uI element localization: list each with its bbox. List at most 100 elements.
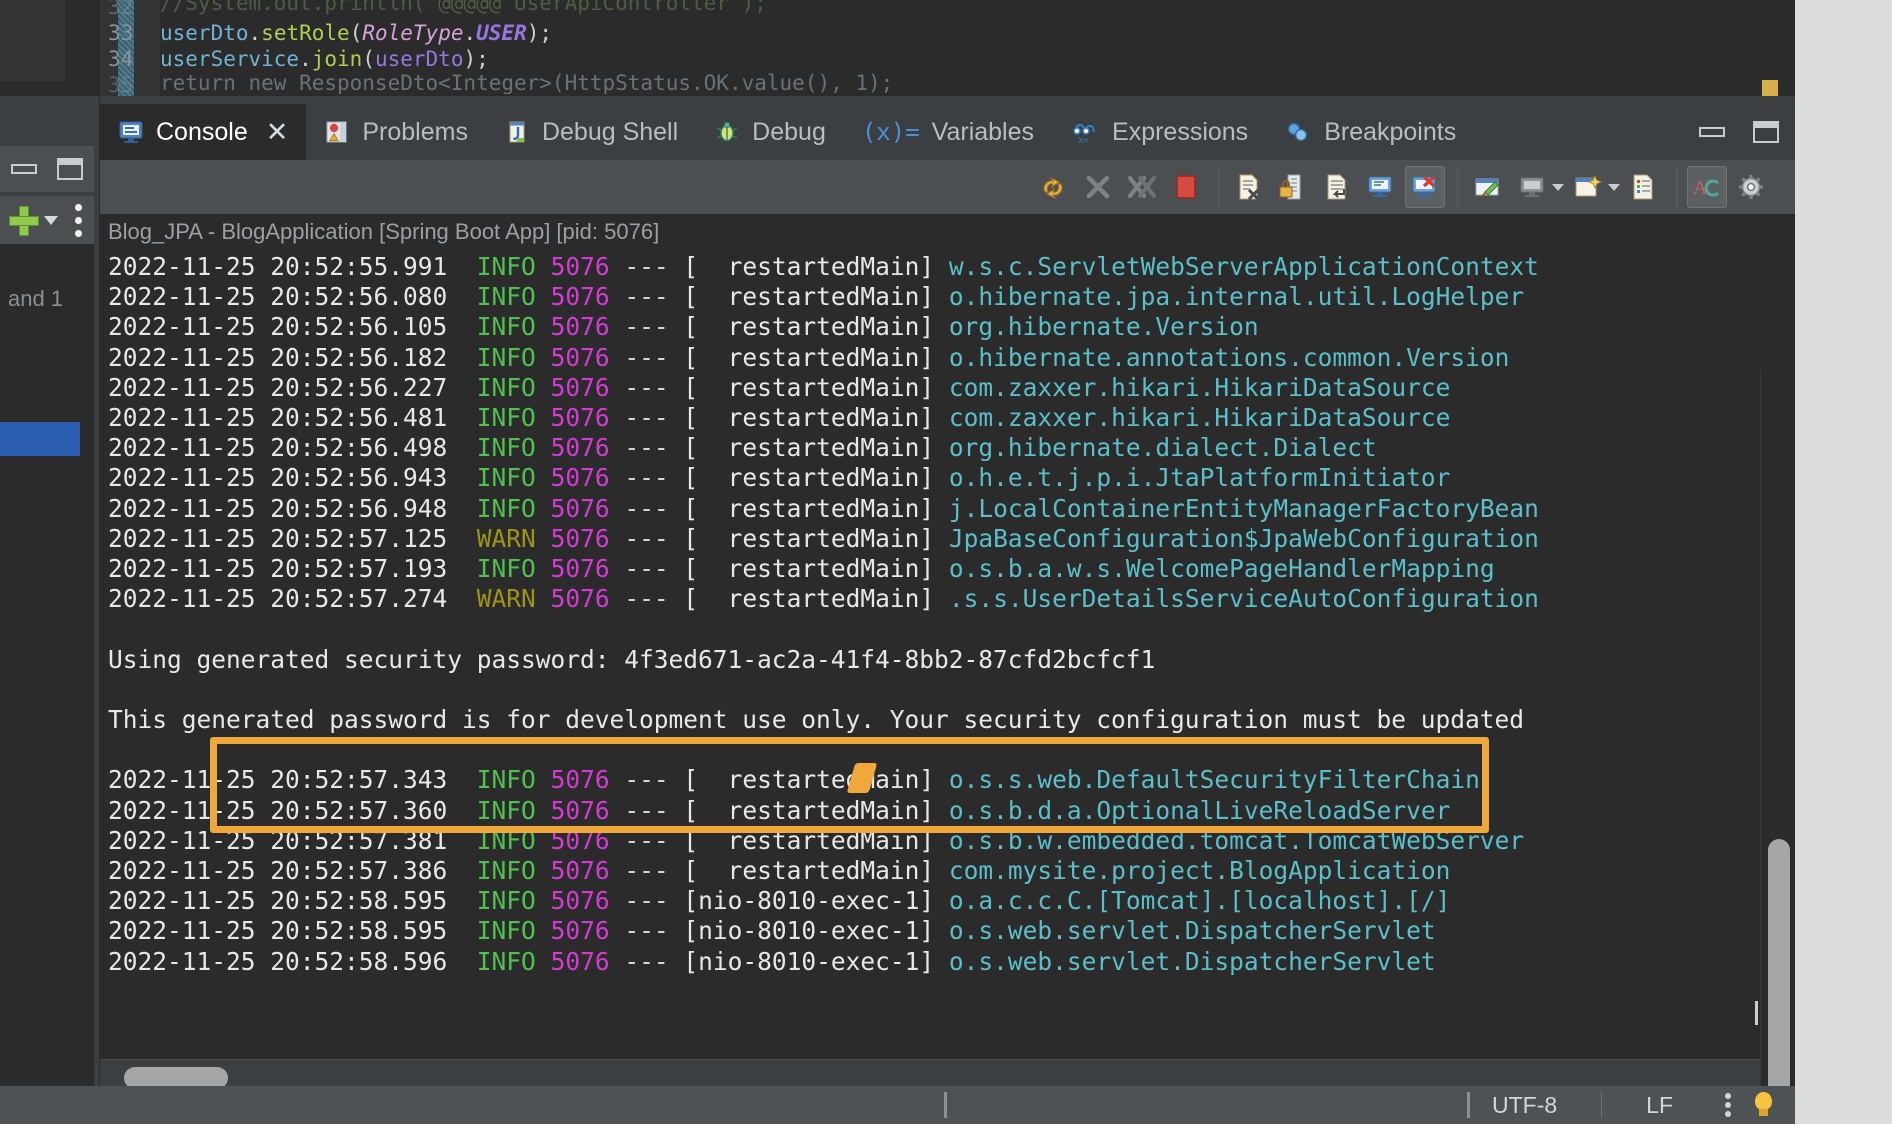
minimize-icon[interactable] <box>11 164 37 174</box>
code-line-35-clipped: return new ResponseDto<Integer>(HttpStat… <box>160 70 1560 94</box>
tab-debug-label: Debug <box>752 117 826 146</box>
tip-bulb-icon[interactable] <box>1753 1092 1773 1118</box>
clear-console-icon <box>1412 175 1436 197</box>
left-panel-titlebar <box>0 146 94 192</box>
code-line-32-text: //System.out.println("@@@@@ UserApiContr… <box>160 0 767 15</box>
toolbar-group-extra: A <box>1676 166 1781 208</box>
log-line: 2022-11-25 20:52:57.125 WARN 5076 --- [ … <box>108 523 1539 553</box>
log-line: 2022-11-25 20:52:56.080 INFO 5076 --- [ … <box>108 282 1525 312</box>
ide-window: //System.out.println("@@@@@ UserApiContr… <box>0 0 1795 1124</box>
scrollbar-marker <box>1755 1001 1758 1025</box>
view-menu-icon[interactable] <box>74 202 83 238</box>
pin-console-button[interactable] <box>1468 166 1508 208</box>
breakpoints-icon <box>1288 122 1308 142</box>
code-line-34[interactable]: userService.join(userDto); <box>160 46 489 72</box>
log-line: 2022-11-25 20:52:56.182 INFO 5076 --- [ … <box>108 342 1510 372</box>
tab-variables[interactable]: (x)= Variables <box>844 104 1052 160</box>
terminate-all-button[interactable] <box>1122 166 1162 208</box>
variables-icon: (x)= <box>861 118 920 146</box>
left-side-panel: and 1 <box>0 96 100 1124</box>
tab-console[interactable]: Console ✕ <box>100 104 307 160</box>
status-separator-1 <box>943 1092 947 1118</box>
tab-console-label: Console <box>156 117 248 146</box>
view-menu-button[interactable] <box>1731 166 1771 208</box>
console-icon <box>119 121 143 143</box>
view-tab-bar: Console ✕ Problems Debug Shell Debug (x)… <box>100 104 1795 160</box>
process-header: Blog_JPA - BlogApplication [Spring Boot … <box>100 214 1795 250</box>
log-blank-line <box>108 675 1795 705</box>
log-line: 2022-11-25 20:52:55.991 INFO 5076 --- [ … <box>108 252 1539 281</box>
vertical-scrollbar-thumb[interactable] <box>1768 839 1790 1104</box>
word-wrap-button[interactable] <box>1317 166 1357 208</box>
scroll-lock-icon <box>1368 176 1392 197</box>
chevron-down-icon[interactable] <box>44 215 58 225</box>
log-line: 2022-11-25 20:52:58.595 INFO 5076 --- [n… <box>108 916 1436 946</box>
screen-root: //System.out.println("@@@@@ UserApiContr… <box>0 0 1892 1124</box>
line-number-33: 33 <box>108 21 134 45</box>
encoding-label[interactable]: UTF-8 <box>1492 1092 1557 1119</box>
bug-icon <box>716 121 738 142</box>
tab-variables-label: Variables <box>931 117 1035 146</box>
remove-all-terminated-button[interactable] <box>1273 166 1313 208</box>
view-minimize-icon[interactable] <box>1699 127 1725 137</box>
log-blank-line <box>108 614 1795 644</box>
console-output-area[interactable]: Blog_JPA - BlogApplication [Spring Boot … <box>100 214 1795 1104</box>
tab-expressions-label: Expressions <box>1112 117 1249 146</box>
status-bar: UTF-8 LF <box>0 1086 1795 1124</box>
tab-breakpoints[interactable]: Breakpoints <box>1266 104 1474 160</box>
tab-problems-label: Problems <box>362 117 468 146</box>
code-line-33[interactable]: userDto.setRole(RoleType.USER); <box>160 20 552 46</box>
close-icon[interactable]: ✕ <box>266 119 289 146</box>
view-maximize-icon[interactable] <box>1753 121 1779 143</box>
remove-launch-button[interactable] <box>1229 166 1269 208</box>
tab-debug-shell-label: Debug Shell <box>541 117 679 146</box>
relaunch-button[interactable] <box>1034 166 1074 208</box>
pin-icon <box>1475 178 1499 198</box>
code-editor[interactable]: //System.out.println("@@@@@ UserApiContr… <box>0 0 1795 97</box>
toolbar-group-console <box>1218 166 1455 208</box>
maximize-icon[interactable] <box>57 158 83 180</box>
tab-problems[interactable]: Problems <box>306 104 486 160</box>
line-delimiter-label[interactable]: LF <box>1646 1092 1673 1119</box>
stop-icon <box>1176 175 1196 199</box>
close-double-x-icon <box>1127 175 1157 199</box>
line-number-35: 35 <box>108 73 134 97</box>
tab-expressions[interactable]: x= Expressions <box>1052 104 1266 160</box>
log-line: 2022-11-25 20:52:57.386 INFO 5076 --- [ … <box>108 856 1451 886</box>
editor-left-gap-inner <box>0 0 66 82</box>
log-plain-line: Using generated security password: 4f3ed… <box>108 644 1156 674</box>
left-panel-selected-row[interactable] <box>0 422 80 456</box>
terminate-button[interactable] <box>1078 166 1118 208</box>
chevron-down-icon[interactable] <box>1552 183 1564 191</box>
add-icon[interactable] <box>8 205 39 236</box>
document-remove-icon <box>1239 174 1260 201</box>
preferences-icon <box>1633 174 1653 200</box>
code-line-32-clipped: //System.out.println("@@@@@ UserApiContr… <box>160 0 1560 18</box>
chevron-down-icon-2[interactable] <box>1608 183 1620 191</box>
display-selected-console-button[interactable] <box>1512 166 1552 208</box>
clear-console-button[interactable] <box>1405 166 1445 208</box>
toolbar-group-launch <box>1024 166 1216 208</box>
log-line: 2022-11-25 20:52:56.943 INFO 5076 --- [ … <box>108 463 1451 493</box>
tab-debug[interactable]: Debug <box>696 104 844 160</box>
ansi-colors-button[interactable]: A <box>1687 166 1727 208</box>
tab-breakpoints-label: Breakpoints <box>1324 117 1457 146</box>
ansi-color-icon: A <box>1693 177 1720 199</box>
log-line: 2022-11-25 20:52:57.193 INFO 5076 --- [ … <box>108 554 1495 584</box>
left-panel-toolbar <box>0 196 94 244</box>
open-console-button[interactable] <box>1568 166 1608 208</box>
stop-button[interactable] <box>1166 166 1206 208</box>
status-menu-icon[interactable] <box>1725 1093 1731 1117</box>
close-x-icon <box>1086 175 1110 199</box>
expressions-icon: x= <box>1073 123 1096 145</box>
left-panel-body[interactable]: and 1 <box>0 244 94 1124</box>
open-console-icon <box>1575 174 1603 197</box>
console-preferences-button[interactable] <box>1624 166 1664 208</box>
log-plain-line: This generated password is for developme… <box>108 705 1525 735</box>
tab-debug-shell[interactable]: Debug Shell <box>486 104 696 160</box>
document-lock-icon <box>1279 174 1301 200</box>
debug-shell-icon <box>509 121 525 143</box>
scroll-lock-button[interactable] <box>1361 166 1401 208</box>
console-log-text[interactable]: 2022-11-25 20:52:55.991 INFO 5076 --- [ … <box>108 252 1795 977</box>
log-line: 2022-11-25 20:52:57.343 INFO 5076 --- [ … <box>108 765 1480 795</box>
